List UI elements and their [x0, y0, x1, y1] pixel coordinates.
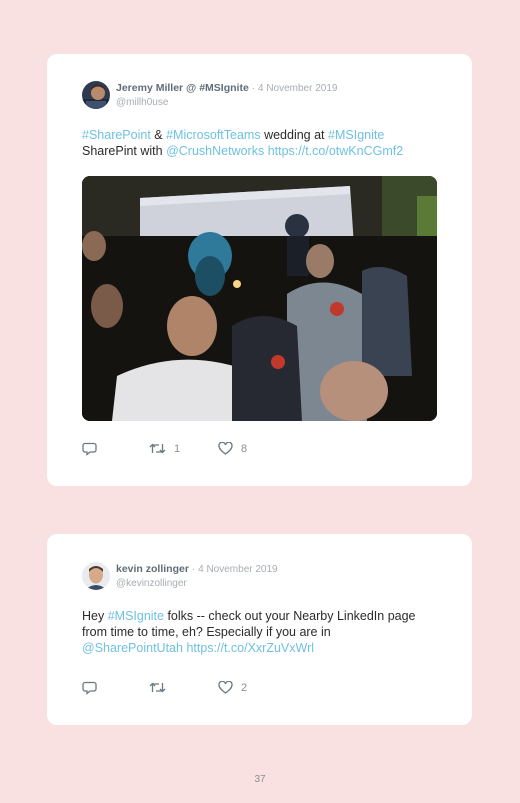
hashtag-link[interactable]: #MSIgnite: [108, 609, 164, 623]
like-count: 8: [241, 442, 248, 455]
retweet-icon: [149, 443, 166, 454]
reply-button[interactable]: [82, 442, 97, 456]
like-count: 2: [241, 681, 248, 694]
like-button[interactable]: 2: [218, 681, 247, 694]
avatar[interactable]: [82, 562, 110, 590]
tweet-actions: 2: [82, 681, 282, 697]
tweet-photo[interactable]: [82, 176, 437, 421]
url-link[interactable]: https://t.co/XxrZuVxWrl: [186, 641, 314, 655]
reply-button[interactable]: [82, 681, 97, 695]
retweet-count: 1: [174, 442, 181, 455]
hashtag-link[interactable]: #SharePoint: [82, 128, 151, 142]
avatar[interactable]: [82, 81, 110, 109]
author-handle[interactable]: @millh0use: [116, 96, 337, 109]
tweet-card: Jeremy Miller @ #MSIgnite · 4 November 2…: [47, 54, 472, 486]
retweet-icon: [149, 682, 166, 693]
hashtag-link[interactable]: #MicrosoftTeams: [166, 128, 260, 142]
text-span: &: [150, 128, 167, 142]
text-span: wedding at: [260, 128, 329, 142]
mention-link[interactable]: @SharePointUtah: [82, 641, 183, 655]
retweet-button[interactable]: 1: [149, 442, 180, 455]
reply-icon: [82, 681, 97, 695]
tweet-text: #SharePoint & #MicrosoftTeams wedding at…: [82, 127, 452, 159]
separator: ·: [251, 83, 256, 94]
text-span: from time to time, eh? Especially if you…: [82, 625, 331, 639]
heart-icon: [218, 442, 233, 455]
like-button[interactable]: 8: [218, 442, 247, 455]
mention-link[interactable]: @CrushNetworks: [166, 144, 264, 158]
tweet-text: Hey #MSIgnite folks -- check out your Ne…: [82, 608, 452, 656]
tweet-card: kevin zollinger · 4 November 2019 @kevin…: [47, 534, 472, 725]
retweet-button[interactable]: [149, 681, 174, 694]
author-name[interactable]: Jeremy Miller @ #MSIgnite: [116, 82, 249, 94]
tweet-date[interactable]: 4 November 2019: [198, 564, 278, 575]
separator: ·: [191, 564, 196, 575]
page-number: 37: [254, 774, 266, 785]
hashtag-link[interactable]: #MSIgnite: [328, 128, 384, 142]
url-link[interactable]: https://t.co/otwKnCGmf2: [268, 144, 403, 158]
reply-icon: [82, 442, 97, 456]
author-name[interactable]: kevin zollinger: [116, 563, 189, 575]
text-span: SharePint with: [82, 144, 167, 158]
author-handle[interactable]: @kevinzollinger: [116, 577, 278, 590]
tweet-date[interactable]: 4 November 2019: [258, 83, 338, 94]
text-span: Hey: [82, 609, 108, 623]
tweet-actions: 1 8: [82, 442, 282, 458]
heart-icon: [218, 681, 233, 694]
text-span: folks -- check out your Nearby LinkedIn …: [163, 609, 416, 623]
